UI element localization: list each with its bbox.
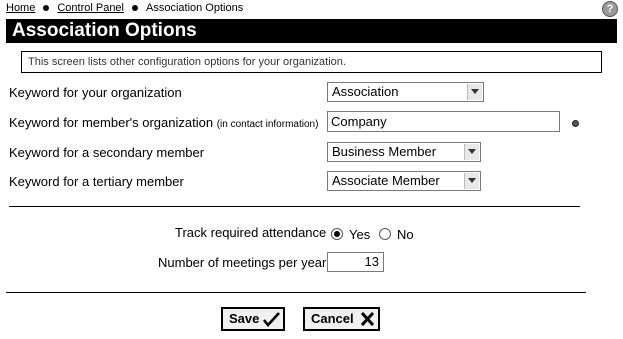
bullet-icon <box>43 4 50 11</box>
info-box: This screen lists other configuration op… <box>21 51 602 73</box>
checkmark-icon <box>263 312 280 327</box>
x-icon <box>361 312 374 326</box>
save-button-label: Save <box>229 311 260 326</box>
cancel-button-label: Cancel <box>311 311 354 326</box>
divider <box>6 292 586 293</box>
cancel-button[interactable]: Cancel <box>303 307 380 331</box>
breadcrumb: Home Control Panel Association Options <box>6 1 243 15</box>
tertiary-keyword-select[interactable]: Associate Member <box>327 171 481 191</box>
tertiary-keyword-label: Keyword for a tertiary member <box>9 174 184 189</box>
member-org-keyword-label-text: Keyword for member's organization <box>9 115 214 130</box>
org-keyword-label: Keyword for your organization <box>9 85 182 100</box>
org-keyword-value: Association <box>332 84 399 99</box>
tertiary-keyword-value: Associate Member <box>332 173 440 188</box>
org-keyword-select[interactable]: Association <box>327 82 484 102</box>
meetings-input[interactable]: 13 <box>327 252 384 272</box>
attendance-no-radio[interactable] <box>379 228 391 240</box>
secondary-keyword-select[interactable]: Business Member <box>327 142 481 162</box>
help-icon[interactable]: ? <box>602 1 618 17</box>
member-org-keyword-label: Keyword for member's organization (in co… <box>9 115 318 133</box>
attendance-no-label: No <box>397 227 414 242</box>
page-title: Association Options <box>6 19 617 43</box>
secondary-keyword-label: Keyword for a secondary member <box>9 145 205 160</box>
chevron-down-icon <box>464 173 479 189</box>
attendance-yes-label: Yes <box>349 227 371 242</box>
bullet-icon <box>572 120 579 127</box>
breadcrumb-control-panel-link[interactable]: Control Panel <box>57 2 124 14</box>
member-org-keyword-input[interactable]: Company <box>327 111 560 132</box>
secondary-keyword-value: Business Member <box>332 144 437 159</box>
chevron-down-icon <box>467 84 482 100</box>
meetings-label: Number of meetings per year <box>158 255 327 270</box>
bullet-icon <box>132 4 138 11</box>
breadcrumb-home-link[interactable]: Home <box>6 2 35 14</box>
member-org-keyword-note: (in contact information) <box>216 119 319 130</box>
breadcrumb-current: Association Options <box>146 2 244 14</box>
divider <box>9 206 580 207</box>
attendance-yes-radio[interactable] <box>331 228 343 240</box>
attendance-label: Track required attendance <box>175 225 327 240</box>
chevron-down-icon <box>464 144 479 160</box>
save-button[interactable]: Save <box>221 307 285 331</box>
